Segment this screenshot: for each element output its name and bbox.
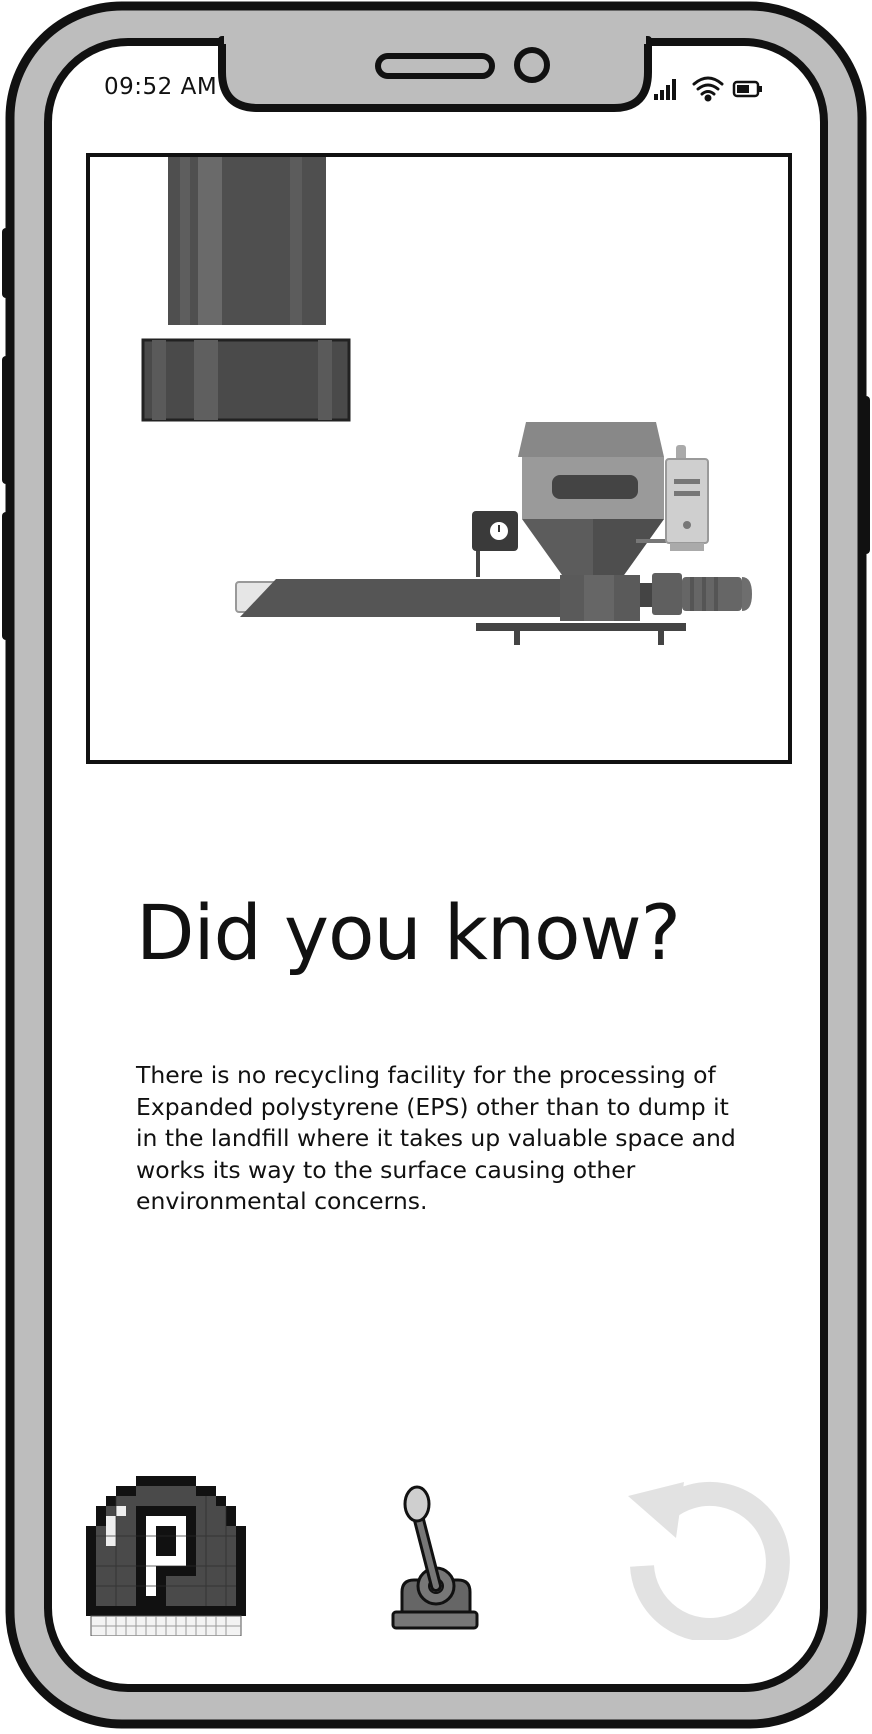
p-button-icon	[86, 1476, 246, 1637]
battery-icon	[732, 80, 762, 98]
recycling-machine-illustration	[141, 157, 752, 645]
reset-button[interactable]	[624, 1474, 790, 1642]
fact-text: There is no recycling facility for the p…	[136, 1061, 736, 1215]
lever-icon	[391, 1485, 479, 1630]
hero-image	[86, 153, 792, 764]
reset-icon	[628, 1481, 790, 1642]
wifi-icon	[692, 76, 724, 102]
p-button[interactable]	[86, 1476, 246, 1637]
page-title: Did you know?	[136, 888, 681, 977]
status-time: 09:52 AM	[104, 74, 218, 100]
status-icons	[654, 76, 762, 102]
lever-button[interactable]	[388, 1476, 488, 1636]
signal-icon	[654, 79, 676, 100]
